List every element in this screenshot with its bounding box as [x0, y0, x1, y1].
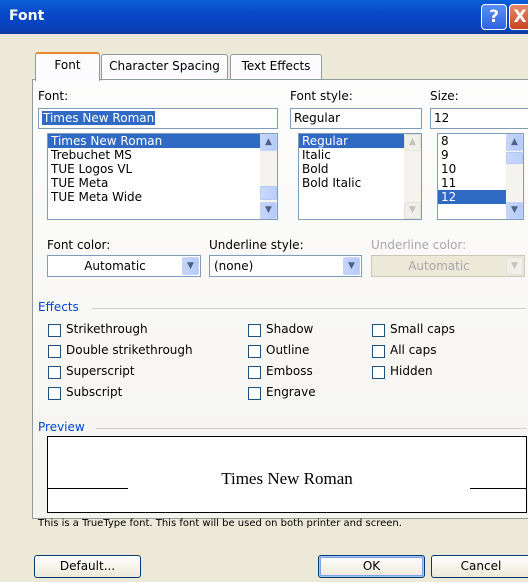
font-color-label: Font color: — [47, 238, 111, 252]
tab-text-effects[interactable]: Text Effects — [230, 54, 322, 79]
scroll-thumb[interactable] — [506, 152, 523, 164]
list-item[interactable]: Bold Italic — [299, 176, 421, 190]
preview-divider — [96, 428, 526, 429]
font-label: Font: — [38, 89, 69, 103]
tab-character-spacing[interactable]: Character Spacing — [101, 54, 228, 79]
emboss-checkbox[interactable] — [248, 366, 261, 379]
font-list-scrollbar[interactable]: ▲ ▼ — [260, 134, 277, 219]
superscript-label: Superscript — [66, 364, 135, 378]
preview-text: Times New Roman — [221, 469, 353, 488]
emboss-label: Emboss — [266, 364, 313, 378]
underline-style-label: Underline style: — [209, 238, 304, 252]
engrave-checkbox[interactable] — [248, 387, 261, 400]
subscript-label: Subscript — [66, 385, 123, 399]
tab-label: Text Effects — [241, 59, 311, 73]
all-caps-label: All caps — [390, 343, 437, 357]
default-button[interactable]: Default... — [34, 555, 141, 578]
tab-label: Font — [54, 58, 81, 72]
close-button[interactable]: X — [509, 4, 528, 30]
font-info-note: This is a TrueType font. This font will … — [38, 518, 402, 529]
shadow-checkbox[interactable] — [248, 324, 261, 337]
title-bar — [0, 0, 528, 34]
scroll-up-icon[interactable]: ▲ — [506, 134, 523, 151]
size-list-scrollbar[interactable]: ▲ ▼ — [506, 134, 523, 219]
scroll-up-icon[interactable]: ▲ — [260, 134, 277, 151]
list-item[interactable]: Regular — [299, 134, 421, 148]
cancel-button[interactable]: Cancel — [431, 555, 528, 578]
preview-heading: Preview — [38, 420, 85, 434]
outline-checkbox[interactable] — [248, 345, 261, 358]
font-name-value: Times New Roman — [42, 111, 156, 125]
font-name-input[interactable]: Times New Roman — [38, 108, 278, 129]
tab-label: Character Spacing — [109, 59, 220, 73]
font-color-select[interactable]: Automatic ▼ — [47, 255, 201, 277]
shadow-label: Shadow — [266, 322, 314, 336]
chevron-down-icon[interactable]: ▼ — [343, 257, 360, 275]
chevron-down-icon: ▼ — [506, 257, 523, 275]
strikethrough-label: Strikethrough — [66, 322, 148, 336]
underline-color-value: Automatic — [408, 259, 470, 273]
scroll-thumb[interactable] — [260, 186, 277, 200]
hidden-checkbox[interactable] — [372, 366, 385, 379]
list-item[interactable]: Bold — [299, 162, 421, 176]
superscript-checkbox[interactable] — [48, 366, 61, 379]
window-title: Font — [9, 8, 45, 24]
subscript-checkbox[interactable] — [48, 387, 61, 400]
font-style-value: Regular — [294, 111, 341, 125]
list-item[interactable]: TUE Logos VL — [48, 162, 277, 176]
font-style-scrollbar: ▲ ▼ — [404, 134, 421, 219]
list-item[interactable]: Italic — [299, 148, 421, 162]
font-color-value: Automatic — [84, 259, 146, 273]
effects-divider — [92, 308, 526, 309]
font-style-label: Font style: — [290, 89, 353, 103]
effects-heading: Effects — [38, 300, 79, 314]
underline-color-select: Automatic ▼ — [371, 255, 525, 277]
preview-baseline-right — [470, 488, 526, 489]
list-item[interactable]: TUE Meta — [48, 176, 277, 190]
double-strikethrough-label: Double strikethrough — [66, 343, 193, 357]
outline-label: Outline — [266, 343, 310, 357]
list-item[interactable]: Trebuchet MS — [48, 148, 277, 162]
hidden-label: Hidden — [390, 364, 433, 378]
double-strikethrough-checkbox[interactable] — [48, 345, 61, 358]
underline-style-value: (none) — [214, 259, 254, 273]
chevron-down-icon[interactable]: ▼ — [182, 257, 199, 275]
font-style-input[interactable]: Regular — [290, 108, 422, 129]
tab-font[interactable]: Font — [35, 52, 100, 81]
underline-color-label: Underline color: — [371, 238, 467, 252]
size-label: Size: — [430, 89, 459, 103]
all-caps-checkbox[interactable] — [372, 345, 385, 358]
engrave-label: Engrave — [266, 385, 316, 399]
size-list[interactable]: 8 9 10 11 12 ▲ ▼ — [437, 133, 524, 220]
small-caps-checkbox[interactable] — [372, 324, 385, 337]
font-list[interactable]: Times New Roman Trebuchet MS TUE Logos V… — [47, 133, 278, 220]
scroll-down-icon[interactable]: ▼ — [260, 202, 277, 219]
size-value: 12 — [434, 111, 450, 125]
size-input[interactable]: 12 — [430, 108, 528, 129]
underline-style-select[interactable]: (none) ▼ — [209, 255, 362, 277]
help-button[interactable]: ? — [481, 4, 507, 30]
preview-box: Times New Roman — [47, 436, 527, 513]
scroll-up-icon: ▲ — [404, 134, 421, 151]
font-style-list[interactable]: Regular Italic Bold Bold Italic ▲ ▼ — [298, 133, 422, 220]
ok-button[interactable]: OK — [318, 555, 425, 578]
scroll-down-icon[interactable]: ▼ — [506, 202, 523, 219]
list-item[interactable]: TUE Meta Wide — [48, 190, 277, 204]
scroll-down-icon: ▼ — [404, 202, 421, 219]
small-caps-label: Small caps — [390, 322, 455, 336]
list-item[interactable]: Times New Roman — [48, 134, 277, 148]
strikethrough-checkbox[interactable] — [48, 324, 61, 337]
